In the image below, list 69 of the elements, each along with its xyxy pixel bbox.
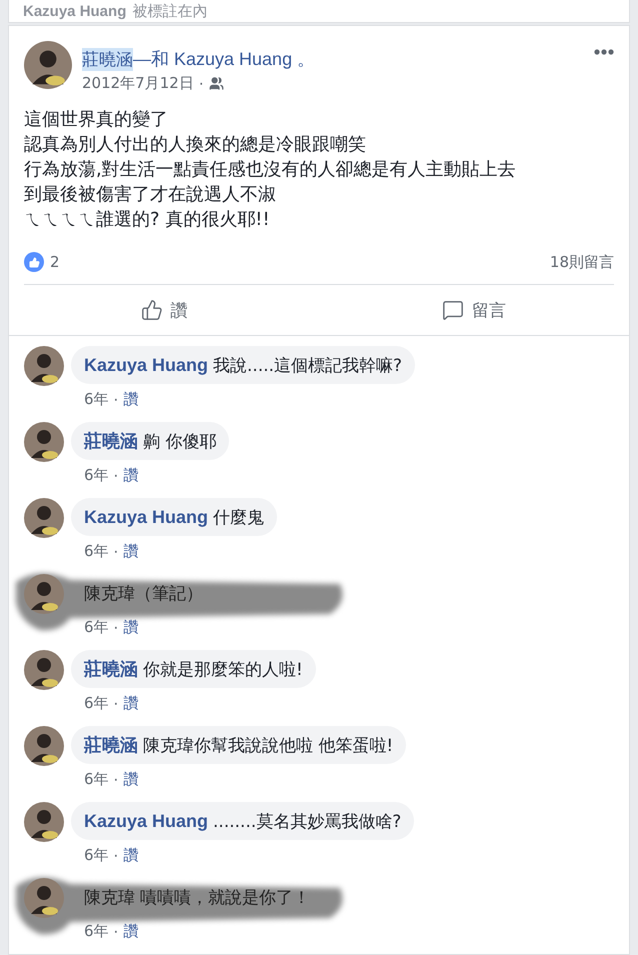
tagged-with-text: —和 Kazuya Huang 。 (133, 48, 316, 71)
commenter-name[interactable]: Kazuya Huang (84, 354, 208, 376)
comment-text: 你就是那麼笨的人啦! (143, 658, 303, 680)
friends-icon (208, 76, 224, 91)
like-button[interactable]: 讚 (9, 285, 319, 335)
separator: · (114, 390, 118, 408)
comment-time[interactable]: 6年 (84, 466, 109, 485)
avatar (24, 878, 64, 918)
separator: · (114, 694, 118, 712)
post-text-line: 行為放蕩,對生活一點責任感也沒有的人卻總是有人主動貼上去 (24, 158, 517, 182)
avatar (24, 498, 64, 538)
separator: · (114, 922, 118, 940)
commenter-name[interactable]: 莊曉涵 (84, 429, 138, 453)
comment-like-link[interactable]: 讚 (123, 390, 138, 409)
commenter-name[interactable]: Kazuya Huang (84, 506, 208, 528)
separator: · (114, 618, 118, 636)
comment-text: ........莫名其妙罵我做啥? (213, 810, 402, 832)
comment-time[interactable]: 6年 (84, 694, 109, 713)
separator: · (114, 770, 118, 788)
commenter-name[interactable]: 陳克瑋（筆記） (84, 582, 203, 604)
post-text-line: 這個世界真的變了 (24, 108, 169, 132)
comment-like-link[interactable]: 讚 (123, 466, 138, 485)
speech-bubble-icon (442, 299, 464, 321)
comment-time[interactable]: 6年 (84, 390, 109, 409)
post-text-line: 認真為別人付出的人換來的總是冷眼跟嘲笑 (24, 133, 367, 157)
comment-like-link[interactable]: 讚 (123, 770, 138, 789)
comment-like-link[interactable]: 讚 (123, 922, 138, 941)
separator: · (198, 74, 204, 92)
author-name[interactable]: 莊曉涵 (82, 48, 133, 70)
comment-time[interactable]: 6年 (84, 846, 109, 865)
commenter-name[interactable]: 陳克瑋 (84, 886, 135, 908)
comment-text: 陳克瑋你幫我說說他啦 他笨蛋啦! (143, 734, 394, 756)
post-text-line: 到最後被傷害了才在說遇人不淑 (24, 183, 277, 207)
avatar (24, 574, 64, 614)
separator: · (114, 542, 118, 560)
avatar (24, 346, 64, 386)
separator: · (114, 466, 118, 484)
comment-text: 我說.....這個標記我幹嘛? (213, 354, 402, 376)
like-icon (24, 252, 44, 272)
avatar (24, 41, 72, 89)
comment-time[interactable]: 6年 (84, 770, 109, 789)
avatar (24, 726, 64, 766)
comment-like-link[interactable]: 讚 (123, 694, 138, 713)
comment-time[interactable]: 6年 (84, 542, 109, 561)
comment-like-link[interactable]: 讚 (123, 542, 138, 561)
avatar (24, 650, 64, 690)
comment-time[interactable]: 6年 (84, 618, 109, 637)
comment-text: 什麼鬼 (213, 506, 264, 528)
commenter-name[interactable]: 莊曉涵 (84, 733, 138, 757)
commenter-name[interactable]: Kazuya Huang (84, 810, 208, 832)
tagged-label: 被標註在內 (132, 2, 208, 20)
thumbs-up-icon (140, 299, 162, 321)
comment-button[interactable]: 留言 (319, 285, 629, 335)
post-text-line: ㄟㄟㄟㄟ誰選的? 真的很火耶!! (24, 208, 271, 232)
more-icon (594, 49, 614, 55)
comment-like-link[interactable]: 讚 (123, 618, 138, 637)
avatar (24, 422, 64, 462)
comment-count[interactable]: 18則留言 (550, 252, 614, 272)
avatar (24, 802, 64, 842)
tagged-name[interactable]: Kazuya Huang (23, 2, 126, 20)
post-date[interactable]: 2012年7月12日 (82, 74, 194, 93)
separator: · (114, 846, 118, 864)
commenter-name[interactable]: 莊曉涵 (84, 657, 138, 681)
more-button[interactable] (594, 49, 614, 55)
comment-time[interactable]: 6年 (84, 922, 109, 941)
comment-like-link[interactable]: 讚 (123, 846, 138, 865)
like-count[interactable]: 2 (50, 253, 60, 271)
comment-text: 嘖嘖嘖，就說是你了！ (140, 886, 310, 908)
comment-text: 齁 你傻耶 (143, 430, 216, 452)
